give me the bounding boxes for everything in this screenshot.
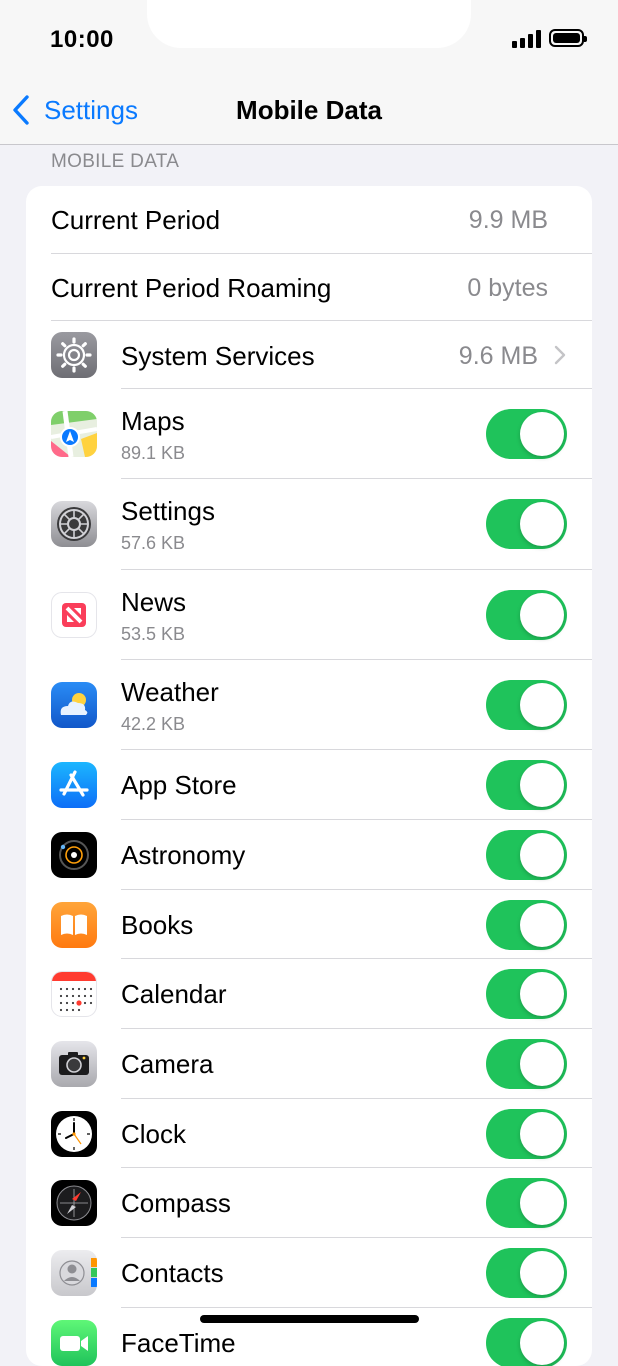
app-row-weather: Weather 42.2 KB bbox=[26, 660, 592, 750]
chevron-right-icon bbox=[554, 345, 566, 365]
status-time: 10:00 bbox=[50, 26, 114, 53]
app-row-app-store: App Store bbox=[26, 750, 592, 820]
news-icon bbox=[51, 592, 97, 638]
app-row-camera: Camera bbox=[26, 1029, 592, 1099]
app-row-maps: Maps 89.1 KB bbox=[26, 389, 592, 479]
camera-icon bbox=[51, 1041, 97, 1087]
app-name: Maps bbox=[121, 406, 185, 436]
weather-icon bbox=[51, 682, 97, 728]
toggle-settings[interactable] bbox=[486, 499, 567, 549]
cellular-signal-icon bbox=[512, 30, 542, 48]
roaming-row: Current Period Roaming 0 bytes bbox=[26, 254, 592, 321]
current-period-value: 9.9 MB bbox=[468, 206, 548, 234]
toggle-app-store[interactable] bbox=[486, 760, 567, 810]
app-usage: 42.2 KB bbox=[121, 714, 186, 734]
toggle-books[interactable] bbox=[486, 900, 567, 950]
astronomy-icon bbox=[51, 832, 97, 878]
app-name: FaceTime bbox=[121, 1328, 236, 1358]
app-row-calendar: Calendar bbox=[26, 959, 592, 1029]
app-row-compass: Compass bbox=[26, 1168, 592, 1238]
current-period-row: Current Period 9.9 MB bbox=[26, 186, 592, 254]
maps-icon bbox=[51, 411, 97, 457]
app-name: Clock bbox=[121, 1119, 187, 1149]
app-row-news: News 53.5 KB bbox=[26, 570, 592, 660]
app-name: Camera bbox=[121, 1049, 214, 1079]
toggle-camera[interactable] bbox=[486, 1039, 567, 1089]
app-name: Books bbox=[121, 910, 194, 940]
system-services-label: System Services bbox=[121, 341, 315, 371]
current-period-label: Current Period bbox=[51, 205, 221, 235]
app-row-settings: Settings 57.6 KB bbox=[26, 479, 592, 570]
toggle-clock[interactable] bbox=[486, 1109, 567, 1159]
facetime-icon bbox=[51, 1320, 97, 1366]
app-usage: 57.6 KB bbox=[121, 533, 186, 553]
settings-icon bbox=[51, 501, 97, 547]
home-indicator[interactable] bbox=[200, 1315, 419, 1323]
roaming-label: Current Period Roaming bbox=[51, 273, 332, 303]
app-row-books: Books bbox=[26, 890, 592, 959]
mobile-data-list: Current Period 9.9 MB Current Period Roa… bbox=[26, 186, 592, 1366]
app-name: News bbox=[121, 587, 187, 617]
system-services-value: 9.6 MB bbox=[458, 342, 538, 370]
app-store-icon bbox=[51, 762, 97, 808]
section-header: MOBILE DATA bbox=[51, 151, 180, 172]
system-services-gear-icon bbox=[51, 332, 97, 378]
compass-icon bbox=[51, 1180, 97, 1226]
toggle-maps[interactable] bbox=[486, 409, 567, 459]
toggle-compass[interactable] bbox=[486, 1178, 567, 1228]
notch bbox=[147, 0, 471, 48]
roaming-value: 0 bytes bbox=[467, 274, 548, 302]
toggle-news[interactable] bbox=[486, 590, 567, 640]
toggle-facetime[interactable] bbox=[486, 1318, 567, 1366]
app-usage: 53.5 KB bbox=[121, 624, 186, 644]
navigation-bar: Settings Mobile Data bbox=[0, 80, 618, 145]
status-bar: 10:00 bbox=[0, 0, 618, 80]
battery-icon bbox=[549, 29, 587, 47]
contacts-icon bbox=[51, 1250, 97, 1296]
toggle-astronomy[interactable] bbox=[486, 830, 567, 880]
books-icon bbox=[51, 902, 97, 948]
app-row-astronomy: Astronomy bbox=[26, 820, 592, 890]
calendar-icon bbox=[51, 971, 97, 1017]
app-name: Contacts bbox=[121, 1258, 224, 1288]
app-name: App Store bbox=[121, 770, 237, 800]
app-name: Astronomy bbox=[121, 840, 246, 870]
page-title: Mobile Data bbox=[236, 95, 382, 125]
app-name: Calendar bbox=[121, 979, 227, 1009]
app-name: Compass bbox=[121, 1188, 231, 1218]
clock-icon bbox=[51, 1111, 97, 1157]
app-name: Weather bbox=[121, 677, 219, 707]
app-row-contacts: Contacts bbox=[26, 1238, 592, 1308]
toggle-weather[interactable] bbox=[486, 680, 567, 730]
toggle-calendar[interactable] bbox=[486, 969, 567, 1019]
app-name: Settings bbox=[121, 496, 215, 526]
toggle-contacts[interactable] bbox=[486, 1248, 567, 1298]
app-usage: 89.1 KB bbox=[121, 443, 186, 463]
app-row-clock: Clock bbox=[26, 1099, 592, 1168]
system-services-row[interactable]: System Services 9.6 MB bbox=[26, 321, 592, 389]
